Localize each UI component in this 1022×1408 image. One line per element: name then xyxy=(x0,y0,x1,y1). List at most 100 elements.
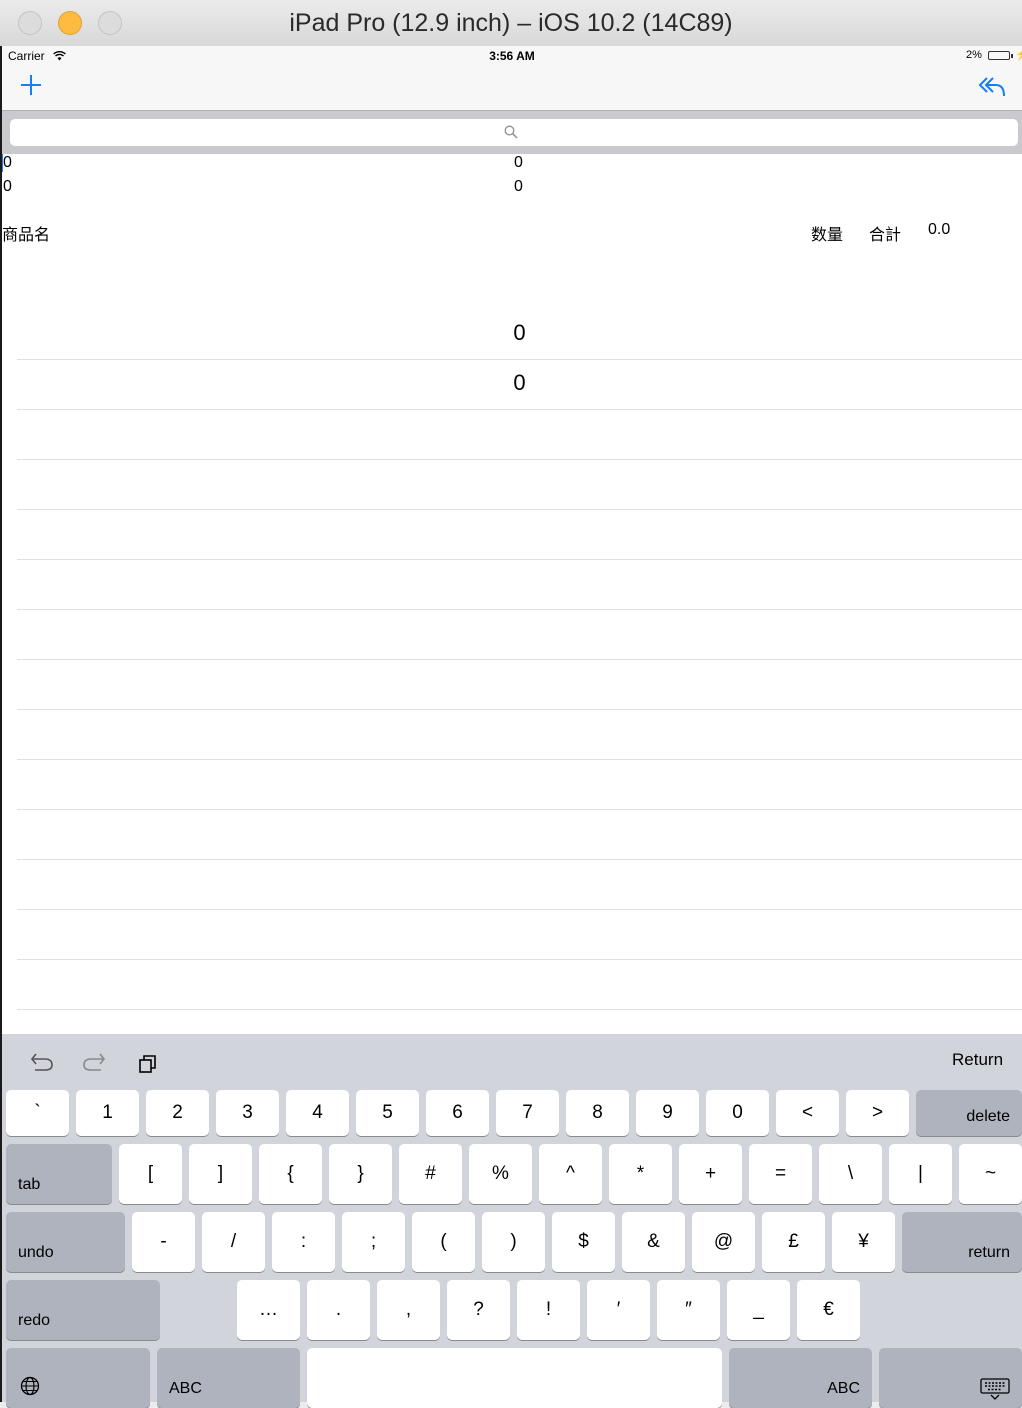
return-shortcut-button[interactable]: Return xyxy=(952,1050,1003,1070)
table-row[interactable]: 0 xyxy=(17,360,1022,410)
table-row[interactable] xyxy=(17,910,1022,960)
key-label: ] xyxy=(217,1163,224,1184)
abc-key-right[interactable]: ABC xyxy=(729,1348,872,1408)
tab-key-label: tab xyxy=(18,1176,41,1193)
key[interactable]: € xyxy=(797,1280,860,1340)
key[interactable]: 3 xyxy=(216,1090,279,1136)
tab-key[interactable]: tab xyxy=(6,1144,112,1204)
undo-key-label: undo xyxy=(18,1244,54,1261)
key[interactable]: ) xyxy=(482,1212,545,1272)
key[interactable]: ^ xyxy=(539,1144,602,1204)
table-row[interactable] xyxy=(17,660,1022,710)
key[interactable]: 9 xyxy=(636,1090,699,1136)
table-row[interactable] xyxy=(17,410,1022,460)
key[interactable]: . xyxy=(307,1280,370,1340)
key[interactable]: / xyxy=(202,1212,265,1272)
keyboard-dismiss-icon xyxy=(980,1378,1010,1400)
key[interactable]: ; xyxy=(342,1212,405,1272)
key-label: } xyxy=(357,1163,364,1184)
abc-key-left-label: ABC xyxy=(169,1380,202,1397)
globe-key[interactable] xyxy=(6,1348,150,1408)
key[interactable]: 1 xyxy=(76,1090,139,1136)
key[interactable]: * xyxy=(609,1144,672,1204)
key-label: + xyxy=(704,1163,717,1184)
key[interactable]: 6 xyxy=(426,1090,489,1136)
abc-key-left[interactable]: ABC xyxy=(157,1348,300,1408)
key-label: _ xyxy=(753,1299,764,1320)
add-button[interactable] xyxy=(20,72,42,102)
reply-icon xyxy=(978,77,1005,97)
table-row[interactable] xyxy=(17,860,1022,910)
key[interactable]: { xyxy=(259,1144,322,1204)
return-key[interactable]: return xyxy=(902,1212,1022,1272)
key[interactable]: @ xyxy=(692,1212,755,1272)
key[interactable]: > xyxy=(846,1090,909,1136)
key[interactable]: ] xyxy=(189,1144,252,1204)
key[interactable]: _ xyxy=(727,1280,790,1340)
reply-button[interactable] xyxy=(978,76,1006,103)
key[interactable]: ″ xyxy=(657,1280,720,1340)
undo-key[interactable]: undo xyxy=(6,1212,125,1272)
redo-icon[interactable] xyxy=(82,1052,106,1072)
value-left-1[interactable]: 0 xyxy=(2,154,12,172)
table-row[interactable] xyxy=(17,510,1022,560)
table-row[interactable] xyxy=(17,710,1022,760)
key[interactable]: ! xyxy=(517,1280,580,1340)
key[interactable]: | xyxy=(889,1144,952,1204)
table-row[interactable] xyxy=(17,610,1022,660)
key[interactable]: $ xyxy=(552,1212,615,1272)
space-key[interactable] xyxy=(307,1348,722,1408)
table-row[interactable] xyxy=(17,960,1022,1010)
key[interactable]: ′ xyxy=(587,1280,650,1340)
key[interactable]: - xyxy=(132,1212,195,1272)
delete-key-label: delete xyxy=(966,1108,1010,1125)
navigation-bar: Carrier 3:56 AM 2% ⚡ xyxy=(2,46,1022,111)
hide-keyboard-key[interactable] xyxy=(879,1348,1022,1408)
key-label: < xyxy=(801,1102,814,1123)
search-input[interactable] xyxy=(10,119,1018,146)
key[interactable]: ¥ xyxy=(832,1212,895,1272)
key[interactable]: 2 xyxy=(146,1090,209,1136)
key[interactable]: ` xyxy=(6,1090,69,1136)
delete-key[interactable]: delete xyxy=(916,1090,1022,1136)
key-label: 1 xyxy=(102,1102,113,1123)
key[interactable]: 8 xyxy=(566,1090,629,1136)
key[interactable]: = xyxy=(749,1144,812,1204)
key[interactable]: 7 xyxy=(496,1090,559,1136)
paste-icon[interactable] xyxy=(138,1054,158,1074)
key[interactable]: £ xyxy=(762,1212,825,1272)
key-label: , xyxy=(405,1299,412,1320)
key-label: 3 xyxy=(242,1102,253,1123)
key[interactable]: \ xyxy=(819,1144,882,1204)
key[interactable]: ( xyxy=(412,1212,475,1272)
key-label: 4 xyxy=(312,1102,323,1123)
key[interactable]: + xyxy=(679,1144,742,1204)
table-row[interactable] xyxy=(17,560,1022,610)
key[interactable]: & xyxy=(622,1212,685,1272)
undo-icon[interactable] xyxy=(30,1052,54,1072)
key[interactable]: % xyxy=(469,1144,532,1204)
key-label: 8 xyxy=(592,1102,603,1123)
key[interactable]: : xyxy=(272,1212,335,1272)
table-row[interactable] xyxy=(17,760,1022,810)
key-label: { xyxy=(287,1163,294,1184)
key[interactable]: ~ xyxy=(959,1144,1022,1204)
key[interactable]: 4 xyxy=(286,1090,349,1136)
redo-key[interactable]: redo xyxy=(6,1280,160,1340)
key[interactable]: … xyxy=(237,1280,300,1340)
key[interactable]: } xyxy=(329,1144,392,1204)
key[interactable]: < xyxy=(776,1090,839,1136)
value-right-1: 0 xyxy=(514,154,523,171)
table-row[interactable]: 0 xyxy=(17,310,1022,360)
key-label: \ xyxy=(847,1163,854,1184)
table-row[interactable] xyxy=(17,810,1022,860)
key[interactable]: ? xyxy=(447,1280,510,1340)
key[interactable]: [ xyxy=(119,1144,182,1204)
search-bar xyxy=(2,111,1022,154)
key[interactable]: 0 xyxy=(706,1090,769,1136)
table-row[interactable] xyxy=(17,460,1022,510)
status-time: 3:56 AM xyxy=(489,49,535,63)
key[interactable]: # xyxy=(399,1144,462,1204)
key[interactable]: 5 xyxy=(356,1090,419,1136)
key[interactable]: , xyxy=(377,1280,440,1340)
